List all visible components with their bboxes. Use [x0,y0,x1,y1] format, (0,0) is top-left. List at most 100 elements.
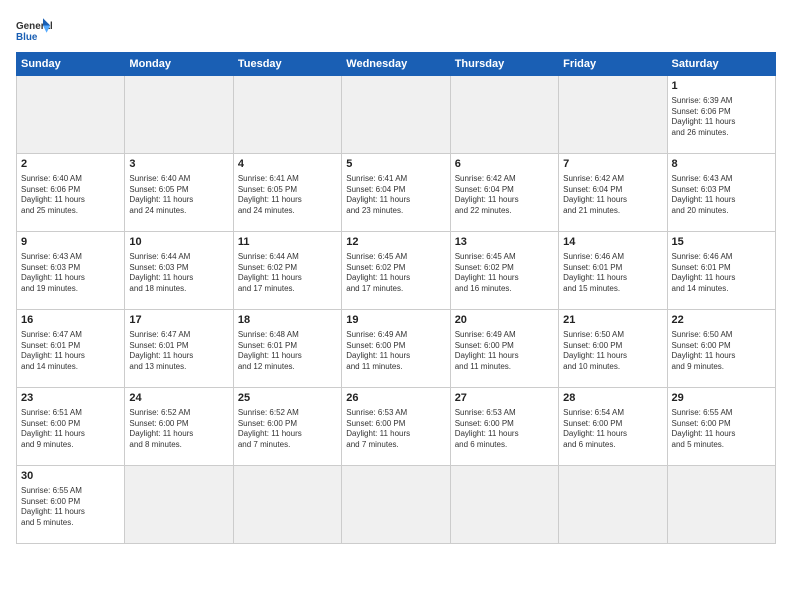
day-info: Sunrise: 6:52 AM Sunset: 6:00 PM Dayligh… [238,408,337,451]
day-info: Sunrise: 6:52 AM Sunset: 6:00 PM Dayligh… [129,408,228,451]
day-info: Sunrise: 6:46 AM Sunset: 6:01 PM Dayligh… [563,252,662,295]
calendar-cell [233,76,341,154]
day-number: 21 [563,313,662,328]
calendar-cell [559,466,667,544]
calendar-cell: 22 Sunrise: 6:50 AM Sunset: 6:00 PM Dayli… [667,310,775,388]
day-info: Sunrise: 6:50 AM Sunset: 6:00 PM Dayligh… [563,330,662,373]
calendar-cell: 11 Sunrise: 6:44 AM Sunset: 6:02 PM Dayli… [233,232,341,310]
day-number: 25 [238,391,337,406]
day-number: 2 [21,157,120,172]
day-number: 9 [21,235,120,250]
calendar-cell: 16 Sunrise: 6:47 AM Sunset: 6:01 PM Dayli… [17,310,125,388]
weekday-header-sunday: Sunday [17,53,125,76]
weekday-header-monday: Monday [125,53,233,76]
day-number: 6 [455,157,554,172]
calendar-week-4: 16 Sunrise: 6:47 AM Sunset: 6:01 PM Dayli… [17,310,776,388]
weekday-header-row: SundayMondayTuesdayWednesdayThursdayFrid… [17,53,776,76]
calendar-cell: 25 Sunrise: 6:52 AM Sunset: 6:00 PM Dayli… [233,388,341,466]
calendar-cell [450,76,558,154]
day-number: 11 [238,235,337,250]
day-number: 23 [21,391,120,406]
calendar-cell [342,76,450,154]
day-info: Sunrise: 6:50 AM Sunset: 6:00 PM Dayligh… [672,330,771,373]
weekday-header-friday: Friday [559,53,667,76]
calendar-cell: 23 Sunrise: 6:51 AM Sunset: 6:00 PM Dayli… [17,388,125,466]
day-info: Sunrise: 6:41 AM Sunset: 6:05 PM Dayligh… [238,174,337,217]
calendar-cell: 21 Sunrise: 6:50 AM Sunset: 6:00 PM Dayli… [559,310,667,388]
calendar-week-5: 23 Sunrise: 6:51 AM Sunset: 6:00 PM Dayli… [17,388,776,466]
day-info: Sunrise: 6:47 AM Sunset: 6:01 PM Dayligh… [21,330,120,373]
day-info: Sunrise: 6:45 AM Sunset: 6:02 PM Dayligh… [346,252,445,295]
calendar-cell: 27 Sunrise: 6:53 AM Sunset: 6:00 PM Dayli… [450,388,558,466]
calendar-cell: 28 Sunrise: 6:54 AM Sunset: 6:00 PM Dayli… [559,388,667,466]
calendar-cell [667,466,775,544]
calendar-cell: 29 Sunrise: 6:55 AM Sunset: 6:00 PM Dayli… [667,388,775,466]
day-number: 1 [672,79,771,94]
day-info: Sunrise: 6:53 AM Sunset: 6:00 PM Dayligh… [346,408,445,451]
calendar-cell: 13 Sunrise: 6:45 AM Sunset: 6:02 PM Dayli… [450,232,558,310]
calendar-cell: 6Sunrise: 6:42 AM Sunset: 6:04 PM Daylig… [450,154,558,232]
day-info: Sunrise: 6:44 AM Sunset: 6:03 PM Dayligh… [129,252,228,295]
day-number: 19 [346,313,445,328]
day-number: 22 [672,313,771,328]
calendar-cell: 1 Sunrise: 6:39 AM Sunset: 6:06 PM Daylig… [667,76,775,154]
header: General Blue [16,16,776,44]
day-info: Sunrise: 6:49 AM Sunset: 6:00 PM Dayligh… [455,330,554,373]
day-number: 18 [238,313,337,328]
day-number: 5 [346,157,445,172]
day-number: 24 [129,391,228,406]
calendar-cell: 24 Sunrise: 6:52 AM Sunset: 6:00 PM Dayli… [125,388,233,466]
day-info: Sunrise: 6:55 AM Sunset: 6:00 PM Dayligh… [672,408,771,451]
calendar-week-6: 30Sunrise: 6:55 AM Sunset: 6:00 PM Dayli… [17,466,776,544]
calendar-cell [125,466,233,544]
day-info: Sunrise: 6:41 AM Sunset: 6:04 PM Dayligh… [346,174,445,217]
calendar-week-2: 2Sunrise: 6:40 AM Sunset: 6:06 PM Daylig… [17,154,776,232]
day-number: 28 [563,391,662,406]
day-number: 12 [346,235,445,250]
day-number: 20 [455,313,554,328]
calendar-cell: 19 Sunrise: 6:49 AM Sunset: 6:00 PM Dayli… [342,310,450,388]
day-info: Sunrise: 6:44 AM Sunset: 6:02 PM Dayligh… [238,252,337,295]
calendar-cell [233,466,341,544]
calendar-cell: 3Sunrise: 6:40 AM Sunset: 6:05 PM Daylig… [125,154,233,232]
calendar-cell: 17Sunrise: 6:47 AM Sunset: 6:01 PM Dayli… [125,310,233,388]
day-info: Sunrise: 6:39 AM Sunset: 6:06 PM Dayligh… [672,96,771,139]
day-info: Sunrise: 6:49 AM Sunset: 6:00 PM Dayligh… [346,330,445,373]
day-info: Sunrise: 6:43 AM Sunset: 6:03 PM Dayligh… [672,174,771,217]
day-number: 26 [346,391,445,406]
day-number: 14 [563,235,662,250]
calendar-cell: 12 Sunrise: 6:45 AM Sunset: 6:02 PM Dayli… [342,232,450,310]
calendar-week-3: 9Sunrise: 6:43 AM Sunset: 6:03 PM Daylig… [17,232,776,310]
weekday-header-thursday: Thursday [450,53,558,76]
generalblue-logo-icon: General Blue [16,16,52,44]
weekday-header-tuesday: Tuesday [233,53,341,76]
day-number: 29 [672,391,771,406]
day-number: 27 [455,391,554,406]
weekday-header-wednesday: Wednesday [342,53,450,76]
svg-text:Blue: Blue [16,32,38,43]
calendar-cell: 7Sunrise: 6:42 AM Sunset: 6:04 PM Daylig… [559,154,667,232]
day-number: 8 [672,157,771,172]
day-info: Sunrise: 6:51 AM Sunset: 6:00 PM Dayligh… [21,408,120,451]
calendar-cell [450,466,558,544]
calendar-cell [342,466,450,544]
calendar-cell [17,76,125,154]
day-number: 16 [21,313,120,328]
day-number: 15 [672,235,771,250]
day-number: 17 [129,313,228,328]
day-info: Sunrise: 6:45 AM Sunset: 6:02 PM Dayligh… [455,252,554,295]
calendar-week-1: 1 Sunrise: 6:39 AM Sunset: 6:06 PM Daylig… [17,76,776,154]
day-info: Sunrise: 6:46 AM Sunset: 6:01 PM Dayligh… [672,252,771,295]
day-number: 13 [455,235,554,250]
calendar-cell: 20 Sunrise: 6:49 AM Sunset: 6:00 PM Dayli… [450,310,558,388]
weekday-header-saturday: Saturday [667,53,775,76]
calendar-cell: 4 Sunrise: 6:41 AM Sunset: 6:05 PM Daylig… [233,154,341,232]
day-info: Sunrise: 6:54 AM Sunset: 6:00 PM Dayligh… [563,408,662,451]
calendar-cell [125,76,233,154]
day-info: Sunrise: 6:53 AM Sunset: 6:00 PM Dayligh… [455,408,554,451]
calendar-table: SundayMondayTuesdayWednesdayThursdayFrid… [16,52,776,544]
calendar-cell [559,76,667,154]
day-number: 4 [238,157,337,172]
calendar-cell: 15 Sunrise: 6:46 AM Sunset: 6:01 PM Dayli… [667,232,775,310]
calendar-cell: 10Sunrise: 6:44 AM Sunset: 6:03 PM Dayli… [125,232,233,310]
